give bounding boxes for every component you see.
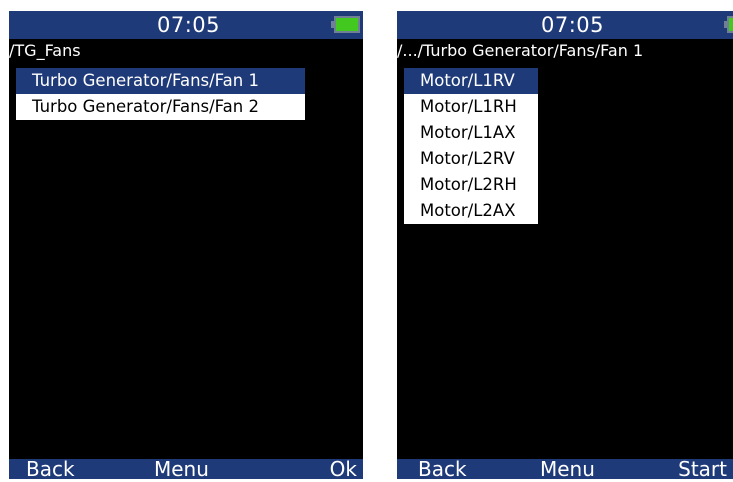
device-screen-fan-1: 07:05 /.../Turbo Generator/Fans/Fan 1 Mo… xyxy=(397,11,733,479)
back-softkey[interactable]: Back xyxy=(26,456,75,479)
current-path: /TG_Fans xyxy=(9,41,81,60)
softkey-bar: Back Menu Start xyxy=(397,456,733,479)
menu-softkey[interactable]: Menu xyxy=(540,456,595,479)
status-bar: 07:05 xyxy=(397,11,733,39)
list-item[interactable]: Motor/L1RV xyxy=(404,68,538,94)
list-item[interactable]: Motor/L2AX xyxy=(404,198,538,224)
clock: 07:05 xyxy=(157,13,221,37)
back-softkey[interactable]: Back xyxy=(418,456,467,479)
battery-full-icon xyxy=(724,16,733,33)
list-item[interactable]: Turbo Generator/Fans/Fan 1 xyxy=(16,68,305,94)
battery-full-icon xyxy=(331,16,360,33)
current-path: /.../Turbo Generator/Fans/Fan 1 xyxy=(397,41,644,60)
screenshot-pair: 07:05 /TG_Fans Turbo Generator/Fans/Fan … xyxy=(0,0,733,482)
list-item[interactable]: Motor/L1RH xyxy=(404,94,538,120)
start-softkey[interactable]: Start xyxy=(678,456,727,479)
measurement-point-list: Motor/L1RV Motor/L1RH Motor/L1AX Motor/L… xyxy=(404,68,538,224)
list-item[interactable]: Motor/L1AX xyxy=(404,120,538,146)
ok-softkey[interactable]: Ok xyxy=(330,456,357,479)
list-item[interactable]: Turbo Generator/Fans/Fan 2 xyxy=(16,94,305,120)
softkey-bar: Back Menu Ok xyxy=(9,456,363,479)
folder-list: Turbo Generator/Fans/Fan 1 Turbo Generat… xyxy=(16,68,305,120)
device-screen-tg-fans: 07:05 /TG_Fans Turbo Generator/Fans/Fan … xyxy=(9,11,363,479)
menu-softkey[interactable]: Menu xyxy=(154,456,209,479)
clock: 07:05 xyxy=(541,13,605,37)
status-bar: 07:05 xyxy=(9,11,363,39)
list-item[interactable]: Motor/L2RH xyxy=(404,172,538,198)
list-item[interactable]: Motor/L2RV xyxy=(404,146,538,172)
